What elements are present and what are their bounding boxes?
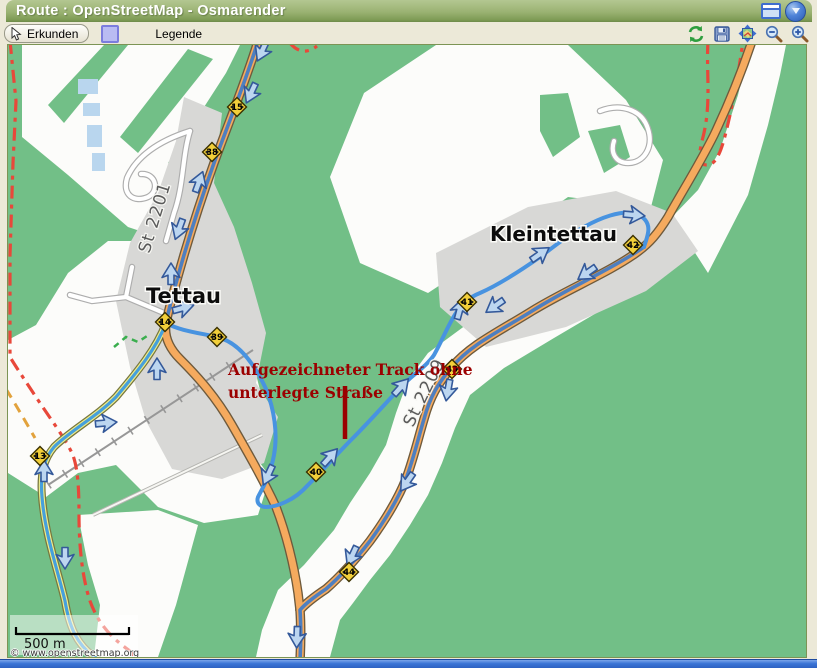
waypoint-number: 41 bbox=[461, 298, 473, 308]
cursor-icon bbox=[11, 27, 22, 41]
waypoint-number: 13 bbox=[34, 452, 46, 462]
zoom-in-icon bbox=[791, 25, 809, 43]
save-button[interactable] bbox=[712, 24, 731, 43]
refresh-button[interactable] bbox=[686, 24, 705, 43]
collapse-icon[interactable] bbox=[785, 1, 806, 22]
waypoint-number: 39 bbox=[211, 333, 223, 343]
waypoint-number: 40 bbox=[310, 468, 322, 478]
annotation-line2: unterlegte Straße bbox=[228, 383, 383, 402]
erkunden-button[interactable]: Erkunden bbox=[4, 24, 89, 43]
zoom-out-button[interactable] bbox=[764, 24, 783, 43]
copyright-label: © www.openstreetmap.org bbox=[10, 648, 139, 657]
chevron-down-icon bbox=[791, 7, 801, 15]
waypoint-number: 44 bbox=[343, 568, 355, 578]
zoom-out-icon bbox=[765, 25, 783, 43]
save-icon bbox=[713, 25, 731, 43]
window-controls bbox=[761, 1, 812, 22]
toolbar-icon-group bbox=[686, 24, 817, 43]
panel-icon[interactable] bbox=[761, 3, 781, 19]
toolbar: Erkunden Legende bbox=[0, 22, 817, 45]
fit-map-icon bbox=[738, 24, 757, 43]
waypoint-number: 42 bbox=[627, 241, 639, 251]
window-titlebar[interactable]: Route : OpenStreetMap - Osmarender bbox=[6, 0, 812, 23]
scale-bar: 500 m © www.openstreetmap.org bbox=[10, 615, 139, 657]
annotation-line1: Aufgezeichneter Track ohne bbox=[227, 360, 473, 379]
waypoint-number: 14 bbox=[159, 318, 171, 328]
erkunden-label: Erkunden bbox=[27, 27, 78, 41]
waypoint-number: 15 bbox=[231, 103, 243, 113]
town-label: Tettau bbox=[146, 284, 221, 308]
bottom-window-bar[interactable] bbox=[0, 659, 817, 668]
waypoint-number: 38 bbox=[206, 148, 218, 158]
town-label: Kleintettau bbox=[490, 222, 617, 246]
map-container[interactable]: St 2201St 2209 TettauKleintettau 1314153… bbox=[8, 45, 806, 657]
legende-checkbox[interactable] bbox=[101, 25, 119, 43]
legende-label: Legende bbox=[155, 27, 202, 41]
app-window: Route : OpenStreetMap - Osmarender Erkun… bbox=[0, 0, 817, 668]
zoom-in-button[interactable] bbox=[790, 24, 809, 43]
refresh-icon bbox=[687, 25, 705, 43]
fit-map-button[interactable] bbox=[738, 24, 757, 43]
window-title: Route : OpenStreetMap - Osmarender bbox=[6, 3, 286, 19]
